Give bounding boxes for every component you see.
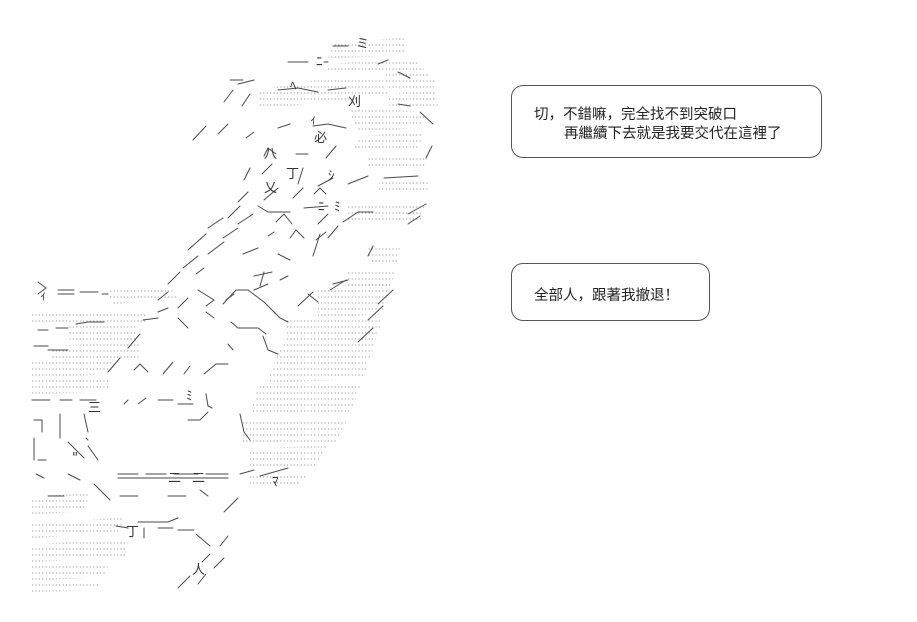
art-glyph: ﾆ [316,55,323,70]
art-glyph: 乂 [264,181,277,196]
ascii-art-shading [30,38,438,592]
art-glyph: ﾏ [272,475,279,490]
art-glyph: 丁 [126,525,139,540]
art-glyph: 二 [192,471,205,486]
art-glyph: 八 [264,147,277,162]
art-glyph: ｨ [310,113,317,128]
speech-line: 切，不錯嘛，完全找不到突破口 [534,107,737,123]
art-glyph: " [72,451,78,466]
speech-bubble-2: 全部人，跟著我撤退！ [511,263,710,321]
art-glyph: ｨ [40,289,47,304]
speech-bubble-1: 切，不錯嘛，完全找不到突破口 再繼續下去就是我要交代在這裡了 [511,85,822,158]
art-glyph: 必 [314,131,327,146]
art-glyph: 人 [192,563,205,578]
art-glyph: 二 [168,471,181,486]
art-glyph: 丁 [286,167,299,182]
art-glyph: ﾐ [334,200,341,215]
art-glyph: ﾍ [290,79,297,94]
art-glyph: 刈 [348,95,361,110]
art-glyph: ｼ [328,169,335,184]
art-glyph: ﾆ [318,200,325,215]
speech-line: 全部人，跟著我撤退！ [534,288,679,304]
art-glyph: ﾐ [186,389,193,404]
art-glyph: ミ [356,37,369,52]
ascii-art-figure: ミ ﾍ ﾆ ｨ 刈 必 八 ﾐ ﾆ 丁 乂 " ｨ ﾐ ｼ 三 二 二 丁 人 … [30,37,438,592]
art-glyph: 三 [88,401,101,416]
speech-line: 再繼續下去就是我要交代在這裡了 [564,126,782,142]
